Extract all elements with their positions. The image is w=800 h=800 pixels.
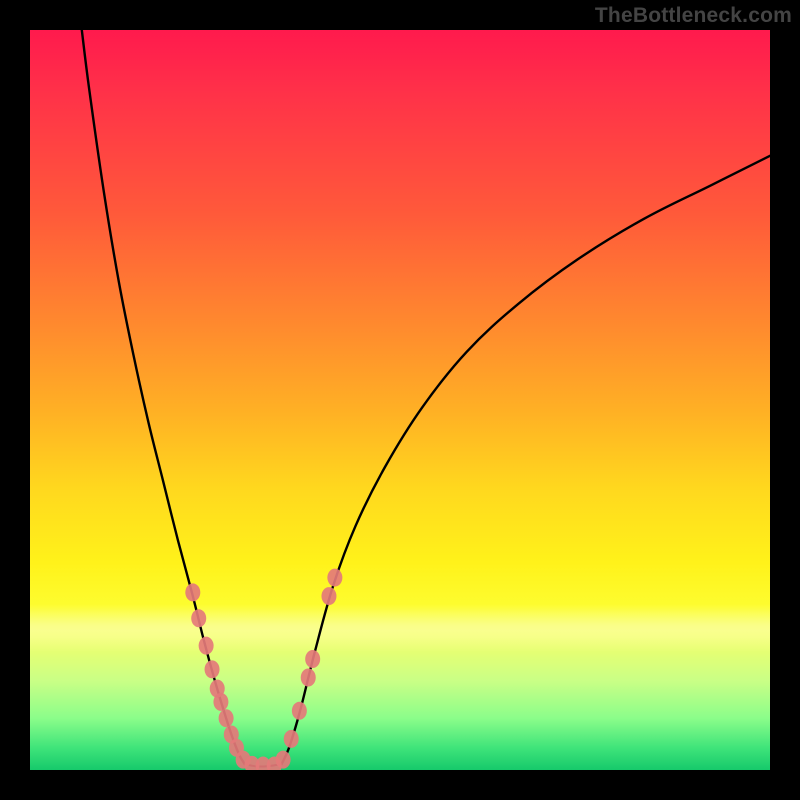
marker-dot (292, 702, 307, 720)
marker-dot (305, 650, 320, 668)
curve-left-branch (82, 30, 245, 764)
marker-dot (327, 569, 342, 587)
outer-frame: TheBottleneck.com (0, 0, 800, 800)
marker-dot (219, 709, 234, 727)
marker-dot (284, 730, 299, 748)
curve-right-branch (282, 156, 770, 764)
marker-dot (185, 583, 200, 601)
marker-dot (276, 751, 291, 769)
marker-dot (213, 693, 228, 711)
plot-area (30, 30, 770, 770)
curve-layer (30, 30, 770, 770)
marker-dot (321, 587, 336, 605)
marker-dot (301, 669, 316, 687)
bottleneck-curve (82, 30, 770, 767)
marker-dot (199, 637, 214, 655)
marker-dots (185, 569, 342, 770)
marker-dot (205, 660, 220, 678)
watermark-text: TheBottleneck.com (595, 4, 792, 28)
marker-dot (191, 609, 206, 627)
